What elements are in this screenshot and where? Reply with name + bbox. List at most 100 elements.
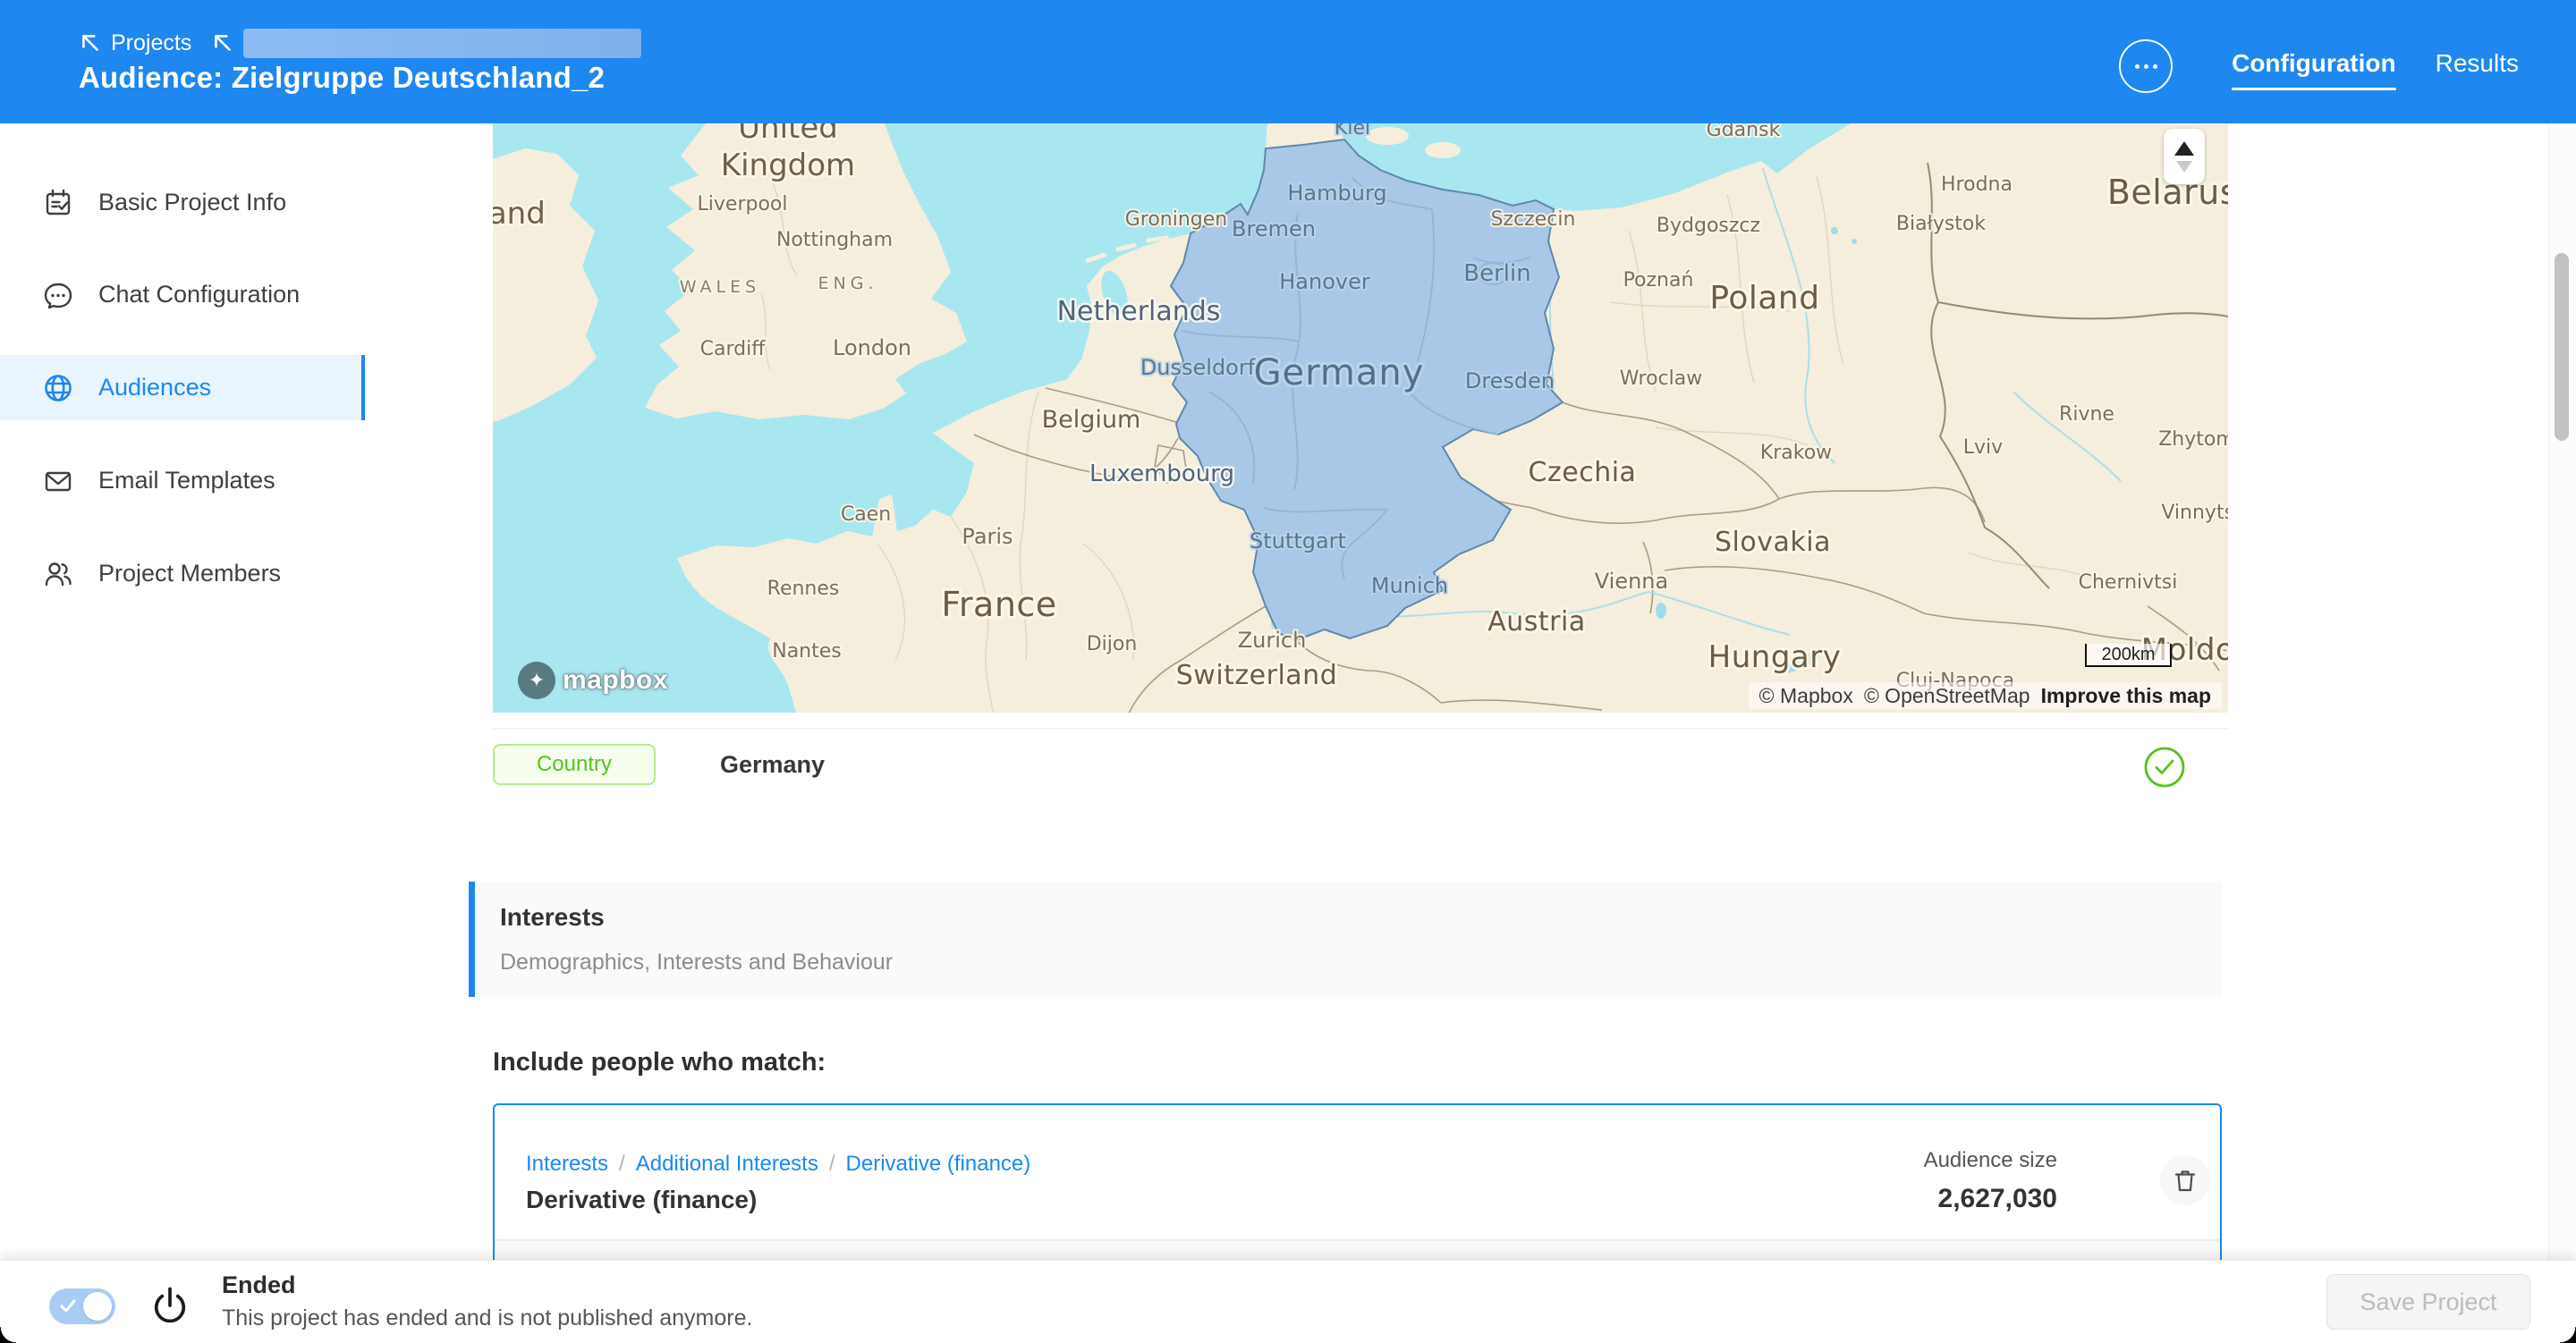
map-label: ENG. (818, 274, 878, 293)
map-label: France (941, 585, 1056, 624)
map-label: Poznań (1623, 269, 1694, 291)
sidebar-item-label: Project Members (98, 560, 281, 587)
map-label: Chernivtsi (2079, 571, 2178, 594)
map-label: Germany (1254, 352, 1425, 393)
osm-attribution-link[interactable]: © OpenStreetMap (1864, 684, 2030, 708)
header-actions: Configuration Results (2119, 39, 2519, 93)
sidebar: Basic Project Info Chat Configuration Au… (0, 123, 376, 1260)
publish-toggle[interactable] (49, 1288, 115, 1324)
toggle-check-icon (58, 1297, 78, 1316)
scrollbar-thumb[interactable] (2555, 253, 2569, 441)
more-options-button[interactable] (2119, 39, 2173, 93)
map-label: Hanover (1279, 269, 1370, 294)
map-label: Rennes (767, 578, 840, 600)
breadcrumb-separator: / (829, 1152, 835, 1177)
power-icon (150, 1284, 190, 1327)
map-label: Kiel (1335, 123, 1370, 139)
map-label: WALES (680, 277, 760, 297)
map-label: Vienna (1595, 569, 1668, 594)
map-label: Switzerland (1176, 660, 1338, 691)
breadcrumb-additional-interests-link[interactable]: Additional Interests (636, 1152, 818, 1177)
chat-bubble-icon (41, 278, 75, 312)
nw-arrow-icon (211, 31, 234, 55)
map-zoom-control[interactable] (2164, 129, 2205, 184)
map-label: Belgium (1042, 406, 1141, 434)
map-label: Hamburg (1287, 181, 1386, 206)
location-type-badge: Country (493, 744, 656, 785)
map-label: Vinnytsia (2161, 502, 2228, 524)
sidebar-item-email-templates[interactable]: Email Templates (0, 448, 365, 513)
audience-size-label: Audience size (1924, 1148, 2057, 1173)
map-label: Hungary (1708, 639, 1842, 675)
improve-map-link[interactable]: Improve this map (2041, 684, 2211, 708)
sidebar-item-label: Audiences (98, 374, 211, 401)
zoom-out-icon[interactable] (2176, 161, 2192, 173)
sidebar-item-chat-configuration[interactable]: Chat Configuration (0, 262, 365, 327)
map-label: Nottingham (776, 229, 893, 251)
map-label: Slovakia (1715, 527, 1831, 558)
breadcrumb: Projects (79, 27, 641, 59)
breadcrumb-separator: / (619, 1152, 625, 1177)
toggle-knob (83, 1292, 112, 1321)
tab-configuration[interactable]: Configuration (2232, 49, 2396, 83)
map-label: Stuttgart (1250, 528, 1346, 553)
delete-interest-button[interactable] (2160, 1155, 2210, 1205)
map-label: Bydgoszcz (1657, 215, 1760, 237)
map-label: Liverpool (698, 193, 788, 215)
nw-arrow-icon (79, 31, 102, 55)
mapbox-wordmark: mapbox (563, 665, 668, 696)
map-attribution: © Mapbox © OpenStreetMap Improve this ma… (1749, 682, 2222, 709)
map-label: Szczecin (1491, 208, 1576, 231)
footer-bar: Ended This project has ended and is not … (0, 1260, 2576, 1343)
trash-icon (2172, 1167, 2199, 1194)
map-label: Białystok (1896, 213, 1987, 235)
section-interests: Interests Demographics, Interests and Be… (469, 882, 2222, 997)
breadcrumb-interests-link[interactable]: Interests (526, 1152, 608, 1177)
sidebar-item-label: Chat Configuration (98, 281, 300, 308)
sidebar-item-basic-project-info[interactable]: Basic Project Info (0, 170, 365, 235)
map-label: Zurich (1238, 628, 1307, 653)
map-canvas[interactable]: UnitedKingdom Ireland Liverpool Nottingham W… (493, 123, 2228, 713)
map-label: Krakow (1760, 442, 1832, 464)
section-subtitle: Demographics, Interests and Behaviour (500, 950, 893, 976)
audience-size-value: 2,627,030 (1938, 1184, 2057, 1214)
scrollbar-track[interactable] (2548, 123, 2576, 1260)
map-label: Gdańsk (1707, 123, 1781, 141)
map-label: United (738, 123, 838, 146)
tab-results[interactable]: Results (2436, 49, 2519, 83)
map-label: Rivne (2059, 403, 2114, 426)
breadcrumb-projects-link[interactable]: Projects (111, 30, 191, 56)
divider (493, 728, 2228, 729)
map-label: Poland (1709, 280, 1819, 317)
map-label: Dusseldorf (1140, 355, 1256, 380)
project-status-description: This project has ended and is not publis… (222, 1305, 752, 1331)
save-project-button[interactable]: Save Project (2326, 1274, 2530, 1330)
map-label: Zhytomyr (2158, 428, 2228, 451)
map-label: Kingdom (721, 148, 855, 183)
map-label: Dresden (1465, 368, 1555, 393)
sidebar-item-project-members[interactable]: Project Members (0, 541, 365, 606)
mapbox-logo[interactable]: ✦ mapbox (518, 662, 668, 699)
breadcrumb-derivative-link[interactable]: Derivative (finance) (846, 1152, 1031, 1177)
map-label: Hrodna (1941, 173, 2012, 196)
include-heading: Include people who match: (493, 1048, 826, 1077)
map-label: Berlin (1463, 260, 1530, 287)
map-label: Wroclaw (1620, 367, 1702, 390)
mapbox-attribution-link[interactable]: © Mapbox (1759, 684, 1853, 708)
clipboard-icon (41, 186, 75, 220)
location-value: Germany (720, 751, 825, 779)
globe-icon (41, 371, 75, 405)
map-label: Austria (1487, 606, 1585, 638)
map-label: Lviv (1963, 436, 2003, 459)
map-label: Paris (962, 524, 1013, 549)
breadcrumb-project-name-redacted[interactable] (243, 29, 641, 58)
map-label: Munich (1371, 573, 1448, 598)
sidebar-item-audiences[interactable]: Audiences (0, 355, 365, 420)
map-label: Ireland (493, 196, 546, 232)
zoom-in-icon[interactable] (2174, 141, 2194, 156)
sidebar-item-label: Email Templates (98, 467, 275, 494)
map-geography: UnitedKingdom Ireland Liverpool Nottingham W… (493, 123, 2228, 713)
mapbox-logo-icon: ✦ (518, 662, 555, 699)
map-label: Nantes (772, 640, 842, 663)
people-icon (41, 557, 75, 591)
